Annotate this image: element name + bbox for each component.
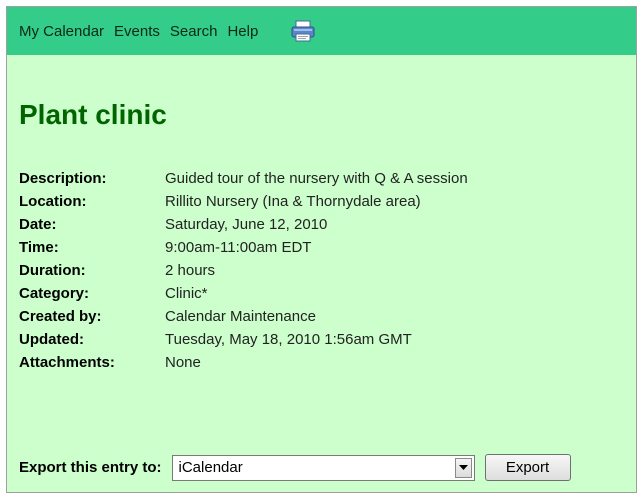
export-button[interactable]: Export	[484, 454, 571, 481]
detail-value: Saturday, June 12, 2010	[165, 216, 328, 233]
detail-value: None	[165, 354, 201, 371]
event-details: Description: Guided tour of the nursery …	[19, 167, 468, 374]
detail-label: Duration:	[19, 262, 86, 279]
detail-row-location: Location: Rillito Nursery (Ina & Thornyd…	[19, 190, 468, 213]
export-format-value: iCalendar	[178, 459, 243, 476]
printer-icon[interactable]	[290, 20, 316, 42]
export-section: Export this entry to: iCalendar Export	[19, 454, 571, 481]
detail-row-description: Description: Guided tour of the nursery …	[19, 167, 468, 190]
detail-label: Created by:	[19, 308, 102, 325]
detail-row-attachments: Attachments: None	[19, 351, 468, 374]
detail-value: 2 hours	[165, 262, 216, 279]
event-title: Plant clinic	[19, 99, 167, 130]
detail-row-created-by: Created by: Calendar Maintenance	[19, 305, 468, 328]
export-format-select[interactable]: iCalendar	[171, 454, 475, 481]
detail-value: Tuesday, May 18, 2010 1:56am GMT	[165, 331, 412, 348]
event-page: My Calendar Events Search Help Plant cli…	[6, 6, 637, 493]
detail-row-time: Time: 9:00am-11:00am EDT	[19, 236, 468, 259]
detail-row-date: Date: Saturday, June 12, 2010	[19, 213, 468, 236]
detail-value: Clinic*	[165, 285, 208, 302]
detail-row-category: Category: Clinic*	[19, 282, 468, 305]
detail-row-updated: Updated: Tuesday, May 18, 2010 1:56am GM…	[19, 328, 468, 351]
export-label: Export this entry to:	[19, 459, 162, 476]
detail-row-duration: Duration: 2 hours	[19, 259, 468, 282]
detail-label: Location:	[19, 193, 87, 210]
detail-label: Date:	[19, 216, 57, 233]
detail-label: Category:	[19, 285, 90, 302]
detail-value: Guided tour of the nursery with Q & A se…	[165, 170, 468, 187]
detail-label: Attachments:	[19, 354, 115, 371]
nav-search[interactable]: Search	[170, 23, 218, 40]
detail-value: Rillito Nursery (Ina & Thornydale area)	[165, 193, 421, 210]
chevron-down-icon[interactable]	[454, 457, 472, 478]
nav-help[interactable]: Help	[227, 23, 258, 40]
detail-value: 9:00am-11:00am EDT	[165, 239, 312, 256]
nav-events[interactable]: Events	[114, 23, 160, 40]
nav-my-calendar[interactable]: My Calendar	[19, 23, 104, 40]
detail-value: Calendar Maintenance	[165, 308, 316, 325]
detail-label: Updated:	[19, 331, 84, 348]
detail-label: Description:	[19, 170, 107, 187]
detail-label: Time:	[19, 239, 59, 256]
top-navbar: My Calendar Events Search Help	[7, 7, 636, 55]
